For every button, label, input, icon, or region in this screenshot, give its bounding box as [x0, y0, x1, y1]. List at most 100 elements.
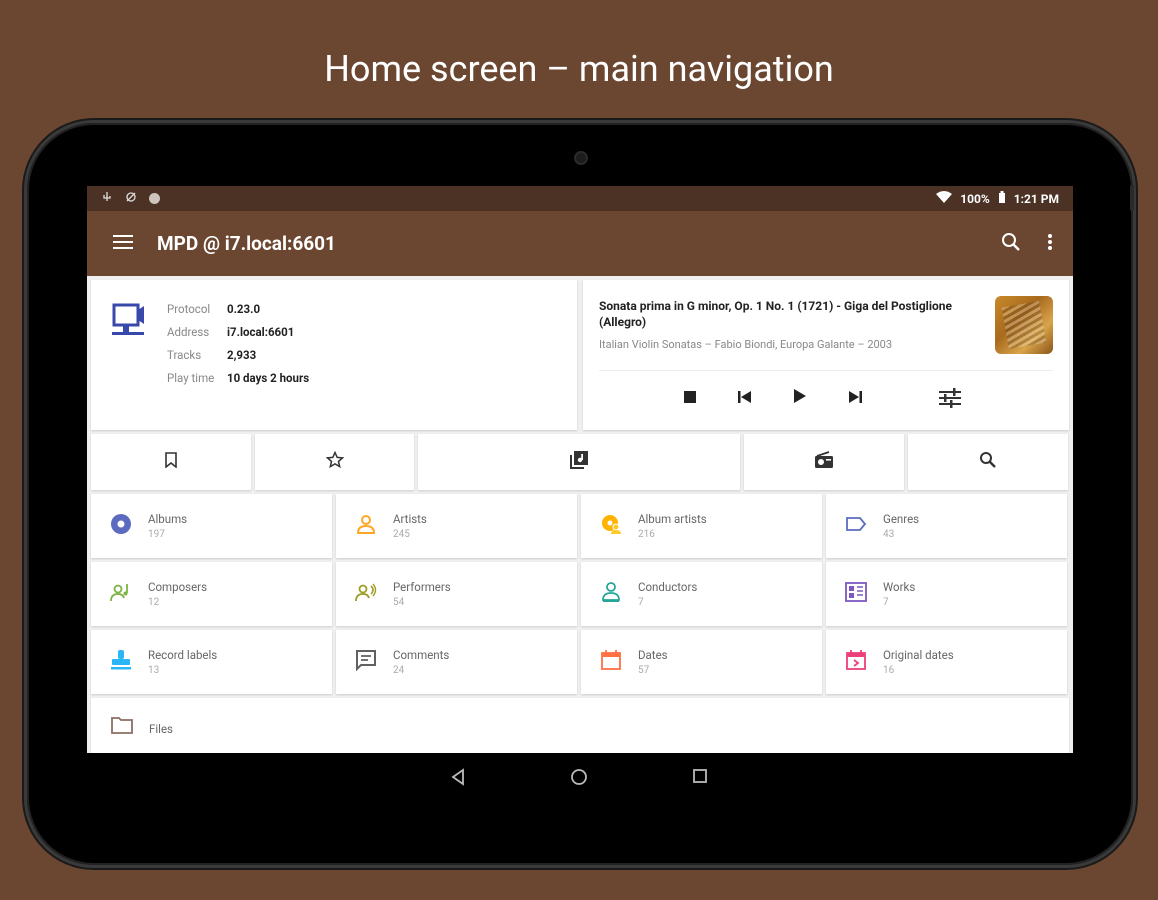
- tile-record-labels[interactable]: Record labels 13: [91, 630, 332, 694]
- bookmark-icon: [165, 452, 177, 472]
- playback-controls: [683, 388, 863, 408]
- home-icon[interactable]: [570, 768, 588, 790]
- album-artist-icon: [599, 512, 623, 536]
- usb-icon: [101, 191, 113, 206]
- tile-count: 7: [638, 597, 644, 608]
- stat-value: 2,933: [227, 348, 257, 362]
- tile-count: 245: [393, 529, 410, 540]
- home-content: Protocol 0.23.0 Address i7.local:6601 Tr…: [87, 276, 1073, 753]
- tile-album-artists[interactable]: Album artists 216: [581, 494, 822, 558]
- headline: Home screen – main navigation: [324, 48, 834, 90]
- tile-label: Dates: [638, 648, 668, 662]
- tile-label: Record labels: [148, 648, 218, 662]
- tile-count: 12: [148, 597, 160, 608]
- search-button[interactable]: [908, 434, 1068, 490]
- tile-label: Original dates: [883, 648, 954, 662]
- tile-label: Genres: [883, 512, 920, 526]
- track-subtitle: Italian Violin Sonatas – Fabio Biondi, E…: [599, 338, 893, 351]
- tile-count: 197: [148, 529, 165, 540]
- tile-files[interactable]: Files: [91, 698, 1069, 753]
- tile-label: Album artists: [638, 512, 707, 526]
- server-icon: [111, 302, 147, 342]
- stat-value: 10 days 2 hours: [227, 371, 310, 385]
- stat-key: Play time: [167, 371, 215, 385]
- divider: [599, 370, 1053, 371]
- tile-label: Conductors: [638, 580, 698, 594]
- composer-icon: [109, 580, 133, 604]
- tile-comments[interactable]: Comments 24: [336, 630, 577, 694]
- menu-icon[interactable]: [113, 234, 133, 254]
- tile-label: Performers: [393, 580, 451, 594]
- tile-count: 43: [883, 529, 895, 540]
- clock: 1:21 PM: [1013, 191, 1059, 206]
- side-button: [1130, 185, 1134, 211]
- toolbar-title: MPD @ i7.local:6601: [157, 232, 336, 255]
- stat-key: Tracks: [167, 348, 202, 362]
- battery-percent: 100%: [960, 191, 990, 206]
- tile-count: 7: [883, 597, 889, 608]
- stat-value: 0.23.0: [227, 302, 261, 316]
- quick-actions: [91, 434, 1069, 490]
- comment-icon: [354, 648, 378, 672]
- stat-key: Address: [167, 325, 210, 339]
- library-tiles: Albums 197 Artists 245 Album artists 216: [91, 494, 1069, 694]
- tile-count: 24: [393, 665, 405, 676]
- folder-icon: [111, 716, 133, 738]
- performer-icon: [354, 580, 378, 604]
- favorites-button[interactable]: [255, 434, 414, 490]
- tile-albums[interactable]: Albums 197: [91, 494, 332, 558]
- device-screen: 100% 1:21 PM MPD @ i7.local:6601 Protoco…: [87, 186, 1073, 753]
- now-playing-card[interactable]: Sonata prima in G minor, Op. 1 No. 1 (17…: [583, 280, 1069, 430]
- radio-icon: [814, 451, 834, 473]
- radio-button[interactable]: [744, 434, 904, 490]
- conductor-icon: [599, 580, 623, 604]
- status-bar: 100% 1:21 PM: [87, 186, 1073, 211]
- works-icon: [844, 580, 868, 604]
- sync-icon: [125, 191, 137, 206]
- search-icon[interactable]: [1001, 232, 1021, 256]
- tile-original-dates[interactable]: Original dates 16: [826, 630, 1067, 694]
- album-art[interactable]: [995, 296, 1053, 354]
- equalizer-settings-icon[interactable]: [939, 388, 961, 412]
- more-vert-icon[interactable]: [1047, 233, 1053, 255]
- tile-label: Albums: [148, 512, 188, 526]
- tile-count: 13: [148, 665, 160, 676]
- notification-dot-icon: [149, 193, 160, 204]
- tile-count: 57: [638, 665, 650, 676]
- bookmarks-button[interactable]: [91, 434, 251, 490]
- stat-key: Protocol: [167, 302, 211, 316]
- artist-icon: [354, 512, 378, 536]
- tile-label: Files: [149, 722, 173, 736]
- record-label-icon: [109, 648, 133, 672]
- tile-dates[interactable]: Dates 57: [581, 630, 822, 694]
- playlists-button[interactable]: [418, 434, 740, 490]
- wifi-icon: [936, 191, 953, 206]
- next-icon[interactable]: [847, 389, 863, 408]
- tile-count: 16: [883, 665, 895, 676]
- tile-label: Comments: [393, 648, 450, 662]
- search-icon: [979, 451, 997, 473]
- stop-icon[interactable]: [683, 389, 697, 408]
- library-music-icon: [569, 450, 589, 474]
- previous-icon[interactable]: [737, 389, 753, 408]
- tile-genres[interactable]: Genres 43: [826, 494, 1067, 558]
- system-nav-bar: [0, 768, 1158, 790]
- app-toolbar: MPD @ i7.local:6601: [87, 211, 1073, 276]
- server-info-card[interactable]: Protocol 0.23.0 Address i7.local:6601 Tr…: [91, 280, 577, 430]
- tile-count: 216: [638, 529, 655, 540]
- tile-composers[interactable]: Composers 12: [91, 562, 332, 626]
- play-icon[interactable]: [793, 388, 807, 408]
- back-icon[interactable]: [450, 768, 466, 790]
- star-icon: [325, 450, 344, 473]
- tile-performers[interactable]: Performers 54: [336, 562, 577, 626]
- tile-label: Works: [883, 580, 916, 594]
- tile-works[interactable]: Works 7: [826, 562, 1067, 626]
- recents-icon[interactable]: [692, 768, 708, 790]
- tile-count: 54: [393, 597, 405, 608]
- tile-artists[interactable]: Artists 245: [336, 494, 577, 558]
- tile-conductors[interactable]: Conductors 7: [581, 562, 822, 626]
- camera: [574, 151, 588, 165]
- tile-label: Composers: [148, 580, 208, 594]
- calendar-arrow-icon: [844, 648, 868, 672]
- server-stats: Protocol 0.23.0 Address i7.local:6601 Tr…: [167, 302, 309, 385]
